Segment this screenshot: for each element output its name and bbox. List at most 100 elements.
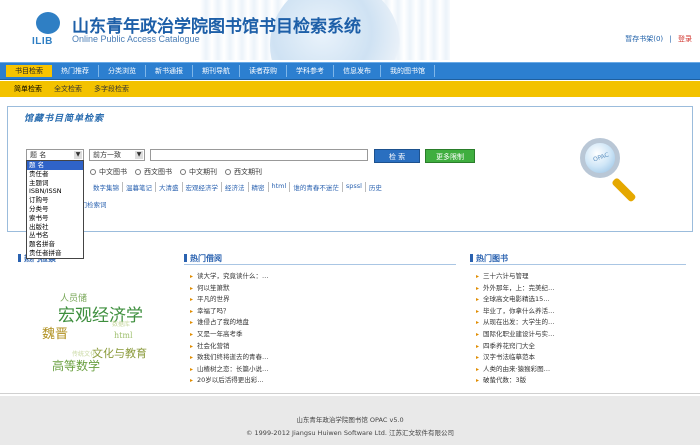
radio-chinese-books[interactable]: 中文图书 [90, 167, 127, 177]
search-input[interactable] [150, 149, 368, 161]
magnifier-graphic: OPAC [570, 128, 644, 203]
cloud-word[interactable]: 数据库 [112, 319, 130, 328]
footer: 山东青年政治学院图书馆 OPAC v5.0 © 1999-2012 Jiangs… [0, 396, 700, 445]
hot-search-cloud: 热门检索 人员储宏观经济学魏晋html文化与教育高等数学传统文化数据库 [18, 253, 178, 383]
hot-search-tags: 数字集锦 温暮笔记 大清盛 宏观经济学 经济法 精密 html 谁的青春不迷茫 … [90, 182, 385, 192]
list-item[interactable]: 人类的由来·猿猴彩图… [476, 364, 586, 376]
hot-tag[interactable]: 大清盛 [156, 182, 183, 192]
section-marker-icon [184, 254, 187, 262]
list-item[interactable]: 读大学，究竟读什么：… [190, 271, 300, 283]
list-item[interactable]: 三十六计与管理 [476, 271, 586, 283]
nav-item-classification[interactable]: 分类浏览 [99, 65, 146, 77]
radio-circle-icon[interactable] [90, 169, 96, 175]
dropdown-option[interactable]: ISBN/ISSN [27, 187, 83, 196]
dropdown-option[interactable]: 题名拼音 [27, 240, 83, 249]
nav-item-hot-recommend[interactable]: 热门推荐 [52, 65, 99, 77]
hot-borrow-section: 热门借阅 读大学，究竟读什么：…何以笙箫默平凡的世界幸福了吗？谁侵占了我的地盘又… [184, 253, 456, 384]
cloud-word[interactable]: 魏晋 [42, 323, 68, 342]
site-subtitle: Online Public Access Catalogue [72, 34, 200, 44]
list-item[interactable]: 四季养花窍门大全 [476, 341, 586, 353]
dropdown-option[interactable]: 主题词 [27, 179, 83, 188]
list-item[interactable]: 平凡的世界 [190, 294, 300, 306]
chevron-down-icon[interactable]: ▼ [74, 151, 82, 159]
match-mode-value: 前方一致 [93, 151, 121, 159]
cloud-word[interactable]: 文化与教育 [92, 345, 147, 361]
section-marker-icon [470, 254, 473, 262]
radio-circle-icon[interactable] [135, 169, 141, 175]
login-link[interactable]: 登录 [678, 35, 692, 43]
nav-item-my-library[interactable]: 我的图书馆 [381, 65, 435, 77]
cloud-word[interactable]: html [114, 331, 133, 340]
hot-borrow-title: 热门借阅 [184, 253, 222, 264]
list-item[interactable]: 又是一年高考季 [190, 329, 300, 341]
list-item[interactable]: 国际化职业建设计与实… [476, 329, 586, 341]
radio-circle-icon[interactable] [225, 169, 231, 175]
hot-tag[interactable]: 温暮笔记 [123, 182, 156, 192]
chevron-down-icon[interactable]: ▼ [135, 151, 143, 159]
tab-fulltext-search[interactable]: 全文检索 [48, 84, 88, 94]
nav-item-info-release[interactable]: 信息发布 [334, 65, 381, 77]
hot-tag[interactable]: 精密 [249, 182, 269, 192]
section-marker-icon [18, 254, 21, 262]
list-item[interactable]: 全球高文电影精选15… [476, 294, 586, 306]
more-limits-button[interactable]: 更多限制 [425, 149, 475, 163]
dropdown-option[interactable]: 出版社 [27, 223, 83, 232]
hot-tag[interactable]: html [269, 182, 291, 192]
magnifier-handle-icon [611, 177, 637, 203]
tab-simple-search[interactable]: 简单检索 [8, 84, 48, 94]
tab-multi-field-search[interactable]: 多字段检索 [88, 84, 135, 94]
cloud-word[interactable]: 宏观经济学 [58, 301, 143, 326]
dropdown-option[interactable]: 题 名 [27, 161, 83, 170]
nav-item-subject-reference[interactable]: 学科参考 [287, 65, 334, 77]
list-item[interactable]: 20岁以后活得更出彩… [190, 375, 300, 387]
hot-tag[interactable]: 历史 [366, 182, 385, 192]
search-field-dropdown: 题 名责任者 主题词 ISBN/ISSN 订购号 分类号 索书号 出版社 丛书名 题名拼音 责任者… [26, 160, 84, 259]
footer-divider [0, 393, 700, 394]
dropdown-option[interactable]: 责任者拼音 [27, 249, 83, 258]
nav-item-catalog-search[interactable]: 书目检索 [6, 65, 52, 77]
hot-tag[interactable]: 经济法 [222, 182, 249, 192]
search-panel-title: 馆藏书目简单检索 [24, 114, 105, 124]
list-item[interactable]: 社会化营销 [190, 341, 300, 353]
list-item[interactable]: 谁侵占了我的地盘 [190, 317, 300, 329]
dropdown-option[interactable]: 丛书名 [27, 231, 83, 240]
main-nav: 书目检索 热门推荐 分类浏览 新书通报 期刊导航 读者荐购 学科参考 信息发布 … [0, 62, 700, 80]
logo-mark-icon [36, 12, 60, 34]
cloud-word[interactable]: 传统文化 [72, 349, 96, 358]
list-item[interactable]: 毕业了，你拿什么养活… [476, 306, 586, 318]
hot-tag[interactable]: spssl [343, 182, 366, 192]
match-mode-select[interactable]: 前方一致 ▼ [89, 149, 145, 161]
hot-tag[interactable]: 数字集锦 [90, 182, 123, 192]
section-underline [470, 264, 686, 265]
list-item[interactable]: 汉字书法临摹范本 [476, 352, 586, 364]
dropdown-option[interactable]: 索书号 [27, 214, 83, 223]
list-item[interactable]: 幸福了吗？ [190, 306, 300, 318]
dropdown-option[interactable]: 责任者 [27, 170, 83, 179]
footer-line-1: 山东青年政治学院图书馆 OPAC v5.0 [296, 416, 404, 424]
list-item[interactable]: 致我们终将逝去的青春… [190, 352, 300, 364]
link-separator: | [669, 35, 672, 43]
search-field-value: 题 名 [30, 151, 47, 159]
list-item[interactable]: 外外那年，上：完美纪… [476, 283, 586, 295]
dropdown-option[interactable]: 分类号 [27, 205, 83, 214]
list-item[interactable]: 何以笙箫默 [190, 283, 300, 295]
list-item[interactable]: 山楂树之恋：长篇小说… [190, 364, 300, 376]
radio-western-journals[interactable]: 西文期刊 [225, 167, 262, 177]
hot-tag[interactable]: 谁的青春不迷茫 [290, 182, 343, 192]
radio-western-books[interactable]: 西文图书 [135, 167, 172, 177]
cloud-word[interactable]: 高等数学 [52, 357, 100, 374]
list-item[interactable]: 破蛰代数：3版 [476, 375, 586, 387]
hot-borrow-list: 读大学，究竟读什么：…何以笙箫默平凡的世界幸福了吗？谁侵占了我的地盘又是一年高考… [190, 271, 300, 387]
dropdown-option[interactable]: 订购号 [27, 196, 83, 205]
nav-item-journals[interactable]: 期刊导航 [193, 65, 240, 77]
nav-item-reader-recommend[interactable]: 读者荐购 [240, 65, 287, 77]
list-item[interactable]: 从现在出发：大学生的… [476, 317, 586, 329]
radio-circle-icon[interactable] [180, 169, 186, 175]
doc-type-radios: 中文图书 西文图书 中文期刊 西文期刊 [90, 167, 270, 177]
radio-chinese-journals[interactable]: 中文期刊 [180, 167, 217, 177]
nav-item-new-books[interactable]: 新书通报 [146, 65, 193, 77]
hot-tag[interactable]: 宏观经济学 [183, 182, 222, 192]
bookshelf-link[interactable]: 暂存书架(0) [625, 35, 663, 43]
search-button[interactable]: 检 索 [374, 149, 420, 163]
hot-books-title: 热门图书 [470, 253, 508, 264]
